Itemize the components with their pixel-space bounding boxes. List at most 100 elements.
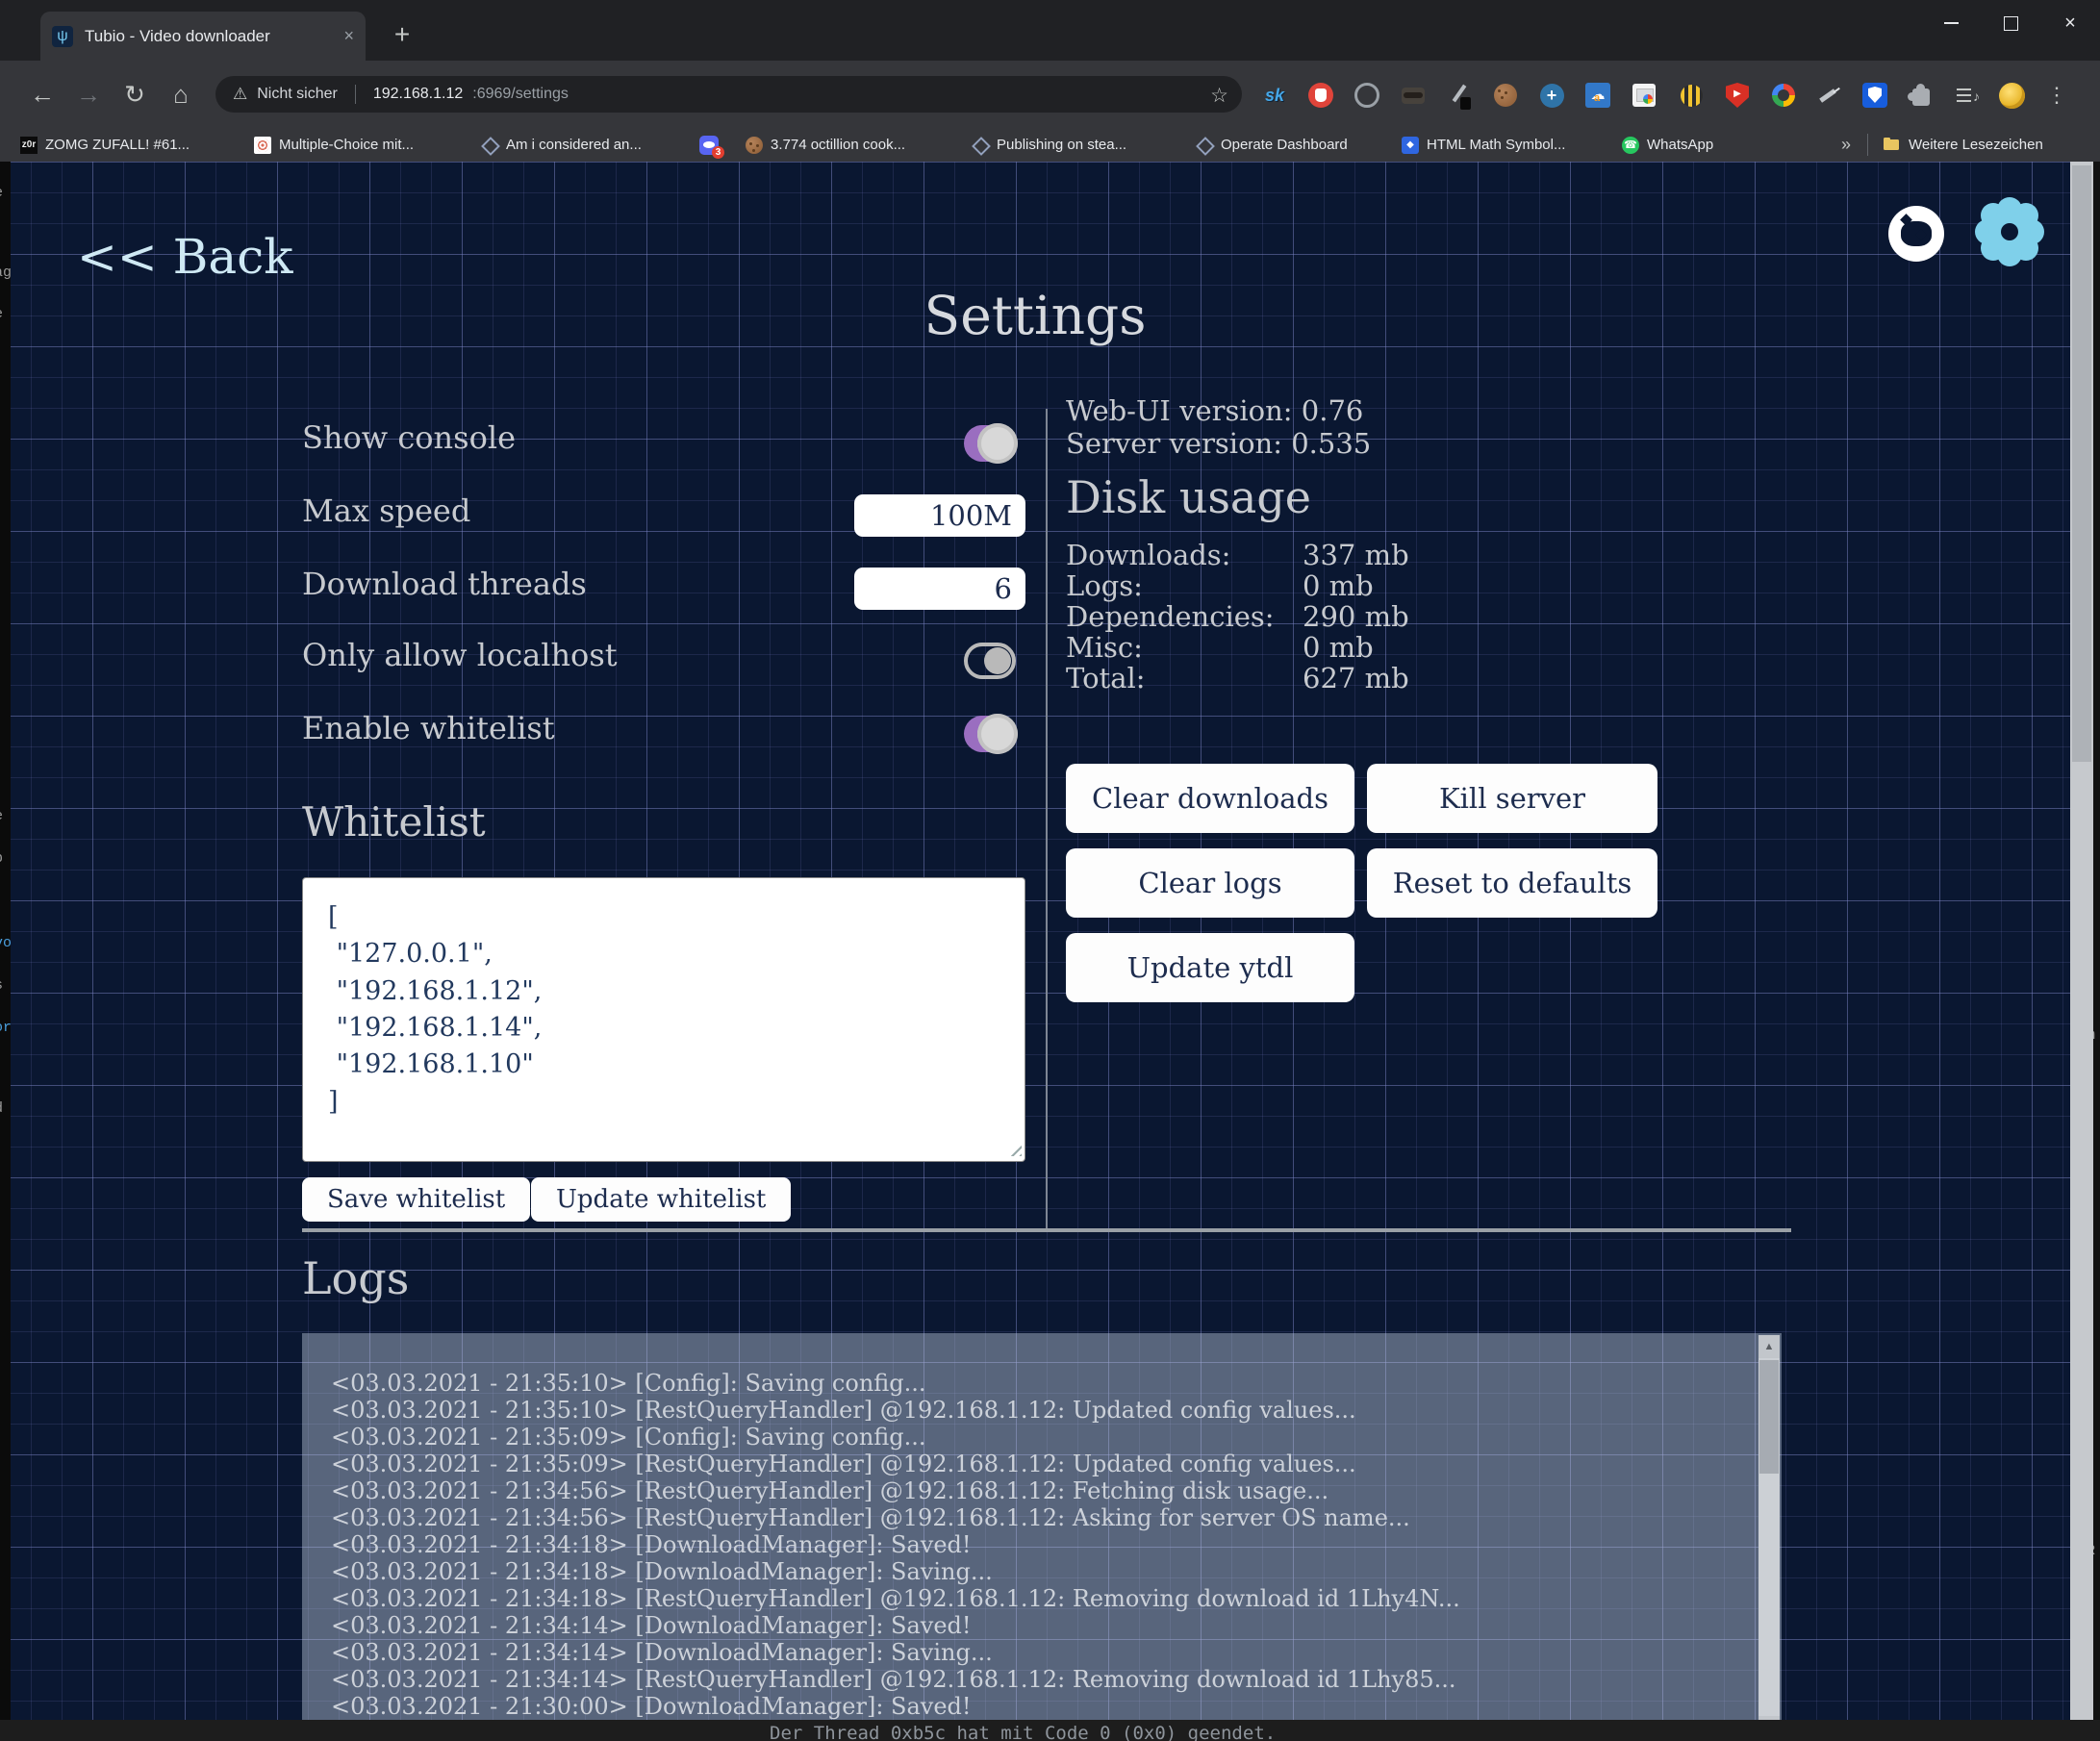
adblock-hand-icon[interactable]	[1307, 82, 1334, 109]
scroll-up-icon[interactable]: ▲	[1758, 1335, 1780, 1358]
bookmark-star-icon[interactable]: ☆	[1210, 84, 1228, 108]
photos-extension-icon[interactable]	[1631, 82, 1657, 109]
tab-close-icon[interactable]: ×	[343, 26, 354, 46]
bookmark-label: WhatsApp	[1647, 137, 1713, 153]
page-scrollbar[interactable]	[2070, 162, 2093, 1741]
bitwarden-icon[interactable]	[1861, 82, 1888, 109]
log-line: <03.03.2021 - 21:30:00> [DownloadManager…	[331, 1693, 972, 1720]
tubio-favicon-icon: ψ	[52, 26, 73, 47]
scrollbar-thumb[interactable]	[1759, 1360, 1779, 1474]
browser-tab[interactable]: ψ Tubio - Video downloader ×	[40, 12, 366, 61]
ring-extension-icon[interactable]	[1354, 82, 1380, 109]
background-window-left-edge: e ag e e p vo s or d	[0, 162, 11, 1741]
github-icon[interactable]	[1888, 206, 1944, 262]
bookmark-item[interactable]: 3	[699, 128, 719, 162]
settings-gear-icon[interactable]	[1980, 202, 2039, 262]
page-title: Settings	[0, 285, 2070, 346]
chrome-menu-icon[interactable]: ⋮	[2043, 82, 2070, 109]
mask-extension-icon[interactable]	[1400, 82, 1427, 109]
update-whitelist-button[interactable]: Update whitelist	[531, 1177, 791, 1222]
update-ytdl-button[interactable]: Update ytdl	[1066, 933, 1354, 1002]
bookmark-item[interactable]: z0r ZOMG ZUFALL! #61...	[20, 128, 190, 162]
log-line: <03.03.2021 - 21:34:14> [DownloadManager…	[331, 1639, 993, 1666]
only-localhost-label: Only allow localhost	[302, 637, 618, 673]
log-line: <03.03.2021 - 21:35:09> [RestQueryHandle…	[331, 1451, 1356, 1477]
disk-row-value: 337 mb	[1303, 539, 1409, 571]
other-bookmarks-label: Weitere Lesezeichen	[1909, 137, 2043, 153]
address-bar[interactable]: ⚠ Nicht sicher 192.168.1.12 :6969/settin…	[215, 76, 1242, 113]
amazon-assistant-icon[interactable]: ☁	[1584, 82, 1611, 109]
show-console-label: Show console	[302, 419, 516, 456]
bee-extension-icon[interactable]	[1678, 82, 1705, 109]
tubio-settings-page: << Back Settings Show console Max speed …	[0, 162, 2070, 1741]
only-localhost-toggle[interactable]	[964, 643, 1016, 679]
clear-logs-button[interactable]: Clear logs	[1066, 848, 1354, 918]
google-extension-icon[interactable]	[1770, 82, 1797, 109]
download-threads-input[interactable]	[854, 568, 1025, 610]
minimize-button[interactable]	[1921, 0, 1981, 46]
reload-icon[interactable]: ↻	[114, 61, 156, 128]
show-console-toggle[interactable]	[964, 425, 1016, 462]
extensions-puzzle-icon[interactable]	[1906, 82, 1933, 109]
blue-cross-extension-icon[interactable]: +	[1538, 82, 1565, 109]
bookmarks-bar: z0r ZOMG ZUFALL! #61... Multiple-Choice …	[0, 128, 2100, 162]
shield-play-extension-icon[interactable]: ▶	[1724, 82, 1751, 109]
save-whitelist-button[interactable]: Save whitelist	[302, 1177, 530, 1222]
maximize-button[interactable]	[1981, 0, 2040, 46]
pen-extension-icon[interactable]	[1446, 82, 1473, 109]
bookmark-item[interactable]: Operate Dashboard	[1196, 128, 1348, 162]
max-speed-input[interactable]	[854, 494, 1025, 537]
cookie-icon	[746, 137, 763, 154]
unity-icon	[1196, 137, 1213, 154]
enable-whitelist-toggle[interactable]	[964, 716, 1016, 752]
disk-row-value: 627 mb	[1303, 662, 1409, 694]
bookmark-item[interactable]: ◆ HTML Math Symbol...	[1402, 128, 1565, 162]
syringe-extension-icon[interactable]	[1814, 82, 1841, 109]
logs-scrollbar[interactable]: ▲ ▼	[1758, 1335, 1780, 1739]
disk-usage-heading: Disk usage	[1066, 471, 1311, 523]
log-line: <03.03.2021 - 21:35:09> [Config]: Saving…	[331, 1424, 926, 1451]
security-label[interactable]: Nicht sicher	[257, 86, 338, 103]
bookmark-label: Multiple-Choice mit...	[279, 137, 414, 153]
bookmarks-overflow-icon[interactable]: »	[1841, 128, 1851, 162]
max-speed-label: Max speed	[302, 492, 470, 529]
page-scrollbar-thumb[interactable]	[2072, 165, 2091, 762]
reset-defaults-button[interactable]: Reset to defaults	[1367, 848, 1657, 918]
playlist-extension-icon[interactable]: ♪	[1954, 82, 1981, 109]
discord-icon: 3	[699, 136, 719, 155]
new-tab-button[interactable]: +	[385, 17, 419, 52]
clear-downloads-button[interactable]: Clear downloads	[1066, 764, 1354, 833]
bookmark-item[interactable]: Publishing on stea...	[972, 128, 1126, 162]
back-icon[interactable]: ←	[21, 61, 63, 128]
debug-output-text: Der Thread 0xb5c hat mit Code 0 (0x0) ge…	[770, 1723, 1276, 1741]
bookmark-item[interactable]: ☎ WhatsApp	[1622, 128, 1713, 162]
unity-icon	[481, 137, 498, 154]
log-line: <03.03.2021 - 21:34:18> [DownloadManager…	[331, 1558, 993, 1585]
disk-row-label: Misc:	[1066, 631, 1143, 664]
disk-row-label: Logs:	[1066, 569, 1143, 602]
bookmark-item[interactable]: 3.774 octillion cook...	[746, 128, 905, 162]
home-icon[interactable]: ⌂	[160, 61, 202, 128]
browser-window: ψ Tubio - Video downloader × + × ← → ↻ ⌂…	[0, 0, 2100, 1741]
bookmark-item[interactable]: Multiple-Choice mit...	[254, 128, 414, 162]
window-controls: ×	[1921, 0, 2100, 46]
disk-row-value: 0 mb	[1303, 569, 1374, 602]
browser-titlebar: ψ Tubio - Video downloader × + ×	[0, 0, 2100, 61]
bookmark-item[interactable]: Am i considered an...	[481, 128, 642, 162]
bookmark-label: HTML Math Symbol...	[1427, 137, 1565, 153]
forward-icon[interactable]: →	[67, 61, 110, 128]
bookmark-label: Publishing on stea...	[997, 137, 1126, 153]
cookie-extension-icon[interactable]	[1492, 82, 1519, 109]
notification-badge: 3	[712, 146, 724, 159]
other-bookmarks-folder[interactable]: Weitere Lesezeichen	[1884, 128, 2043, 162]
back-link[interactable]: << Back	[77, 229, 293, 285]
kill-server-button[interactable]: Kill server	[1367, 764, 1657, 833]
folder-icon	[1884, 137, 1901, 154]
security-warning-icon[interactable]: ⚠	[233, 85, 247, 104]
whitelist-textarea[interactable]: [ "127.0.0.1", "192.168.1.12", "192.168.…	[302, 877, 1025, 1162]
close-window-button[interactable]: ×	[2040, 0, 2100, 46]
profile-avatar[interactable]	[1998, 82, 2025, 109]
log-line: <03.03.2021 - 21:34:56> [RestQueryHandle…	[331, 1477, 1328, 1504]
sk-extension-icon[interactable]: sk	[1261, 82, 1288, 109]
server-version: Server version: 0.535	[1066, 427, 1371, 460]
